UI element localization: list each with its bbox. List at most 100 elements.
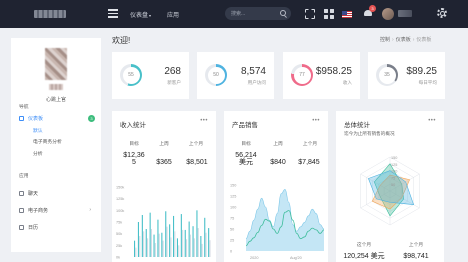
user-menu[interactable] bbox=[398, 10, 412, 17]
metric-label: 目标 bbox=[241, 142, 251, 147]
stat-value: $89.25 bbox=[406, 66, 437, 77]
sidebar-subitem-ecommerce-analytics[interactable]: 电子商务分析 bbox=[33, 138, 62, 145]
bar bbox=[141, 215, 143, 257]
user-avatar[interactable] bbox=[382, 8, 394, 20]
bar bbox=[173, 215, 175, 257]
search-input[interactable] bbox=[231, 9, 275, 18]
sidebar-item-calendar[interactable]: 日历 bbox=[19, 223, 99, 231]
bar bbox=[149, 212, 151, 257]
radar-tick-label: 50 bbox=[391, 183, 395, 187]
panel-subtitle: 迄今为止所有销售的概况 bbox=[344, 131, 395, 136]
bar bbox=[184, 229, 186, 257]
sidebar-subitem-default[interactable]: 默认 bbox=[33, 127, 43, 134]
metric-label: 上个月 bbox=[188, 142, 204, 147]
y-tick-label: 0 bbox=[230, 250, 232, 254]
sidebar-item-dashboard[interactable]: 仪表板 3 bbox=[19, 114, 99, 122]
nav-dashboard[interactable]: 仪表盘▾ bbox=[130, 10, 151, 19]
cart-icon bbox=[19, 207, 24, 213]
chevron-down-icon: ▾ bbox=[149, 13, 152, 18]
sidebar-section-nav: 导航 bbox=[19, 105, 29, 110]
gear-icon[interactable] bbox=[437, 8, 447, 18]
y-tick-label: 75 bbox=[230, 217, 234, 221]
stat-card-new-customers: 55 268 新客户 bbox=[112, 52, 189, 99]
bar bbox=[150, 229, 152, 257]
more-options-icon[interactable]: ••• bbox=[200, 118, 208, 124]
progress-ring: 35 bbox=[376, 64, 398, 86]
nav-apps[interactable]: 应用 bbox=[167, 10, 179, 19]
flag-icon[interactable] bbox=[342, 11, 352, 18]
breadcrumb-item[interactable]: 仪表板 bbox=[396, 37, 411, 43]
income-bar-chart: 150k 125k 100k 75k 50k 25k 0k bbox=[116, 186, 211, 260]
radar-tick-label: 100 bbox=[391, 170, 397, 174]
brand-logo[interactable] bbox=[34, 10, 66, 18]
sales-area-chart: 150 125 100 75 50 25 0 2020 Aug'20 bbox=[230, 184, 325, 260]
sidebar-item-ecommerce[interactable]: 电子商务 › bbox=[19, 206, 99, 214]
panel-overall-stats: 总体统计 ••• 迄今为止所有销售的概况 150 125 100 75 50 这个月 上… bbox=[336, 111, 444, 262]
stat-caption: 用户访问 bbox=[247, 80, 266, 85]
profile-name[interactable]: 心跳上官 bbox=[11, 96, 101, 103]
bar bbox=[201, 243, 203, 257]
dashboard-badge: 3 bbox=[88, 114, 95, 122]
metric-value: $7,845 bbox=[298, 159, 320, 166]
search-icon[interactable] bbox=[280, 10, 286, 16]
page-title: 欢迎! bbox=[112, 36, 131, 45]
stat-caption: 收入 bbox=[342, 80, 352, 85]
progress-ring: 77 bbox=[291, 64, 313, 86]
metric-value: $840 bbox=[270, 159, 286, 166]
bar bbox=[134, 240, 136, 257]
profile-avatar[interactable] bbox=[45, 48, 67, 80]
bar bbox=[137, 222, 139, 257]
stat-value: 268 bbox=[164, 66, 181, 77]
bar bbox=[193, 238, 195, 257]
fullscreen-icon[interactable] bbox=[305, 9, 315, 19]
y-tick-label: 25k bbox=[116, 244, 122, 248]
bar bbox=[161, 232, 163, 257]
bar bbox=[169, 224, 171, 257]
bell-icon[interactable]: 3 bbox=[364, 5, 376, 18]
profile-subtitle bbox=[49, 84, 63, 90]
bar bbox=[166, 226, 168, 257]
bar bbox=[135, 247, 137, 257]
breadcrumb-item[interactable]: 控制 bbox=[380, 37, 390, 43]
calendar-icon bbox=[19, 224, 24, 230]
progress-ring: 50 bbox=[205, 64, 227, 86]
bar bbox=[180, 214, 182, 257]
metric-value: $12,36 5 bbox=[123, 152, 145, 166]
metric-value: $365 bbox=[156, 159, 172, 166]
bar bbox=[162, 240, 164, 257]
metric-label: 上周 bbox=[273, 142, 283, 147]
x-tick-label: 2020 bbox=[250, 256, 258, 260]
bar bbox=[158, 233, 160, 257]
bar bbox=[178, 245, 180, 257]
y-tick-label: 125 bbox=[230, 195, 236, 199]
sidebar: 心跳上官 导航 仪表板 3 默认 电子商务分析 分析 应用 聊天 电子商务 › … bbox=[11, 38, 101, 252]
bar bbox=[147, 238, 149, 257]
bar bbox=[174, 231, 176, 257]
bar bbox=[165, 211, 167, 257]
more-options-icon[interactable]: ••• bbox=[312, 118, 320, 124]
chevron-right-icon: › bbox=[89, 207, 91, 213]
bar bbox=[154, 243, 156, 257]
metric-label: 上周 bbox=[159, 142, 169, 147]
overall-radar-chart: 150 125 100 75 50 bbox=[360, 156, 420, 226]
menu-icon[interactable] bbox=[108, 9, 118, 18]
panel-title: 总体统计 bbox=[344, 122, 370, 129]
y-tick-label: 100k bbox=[116, 209, 124, 213]
chat-icon bbox=[19, 190, 24, 196]
stat-card-visits: 50 8,574 用户访问 bbox=[197, 52, 274, 99]
sidebar-subitem-analytics[interactable]: 分析 bbox=[33, 150, 43, 157]
metric-value: $8,501 bbox=[186, 159, 208, 166]
more-options-icon[interactable]: ••• bbox=[428, 118, 436, 124]
y-tick-label: 125k bbox=[116, 197, 124, 201]
bar bbox=[186, 239, 188, 257]
notification-badge: 3 bbox=[369, 5, 376, 12]
bar bbox=[209, 240, 211, 257]
apps-grid-icon[interactable] bbox=[324, 9, 334, 19]
bar bbox=[153, 234, 155, 257]
metric-label: 上个月 bbox=[302, 142, 318, 147]
bar bbox=[196, 210, 198, 257]
sidebar-item-chat[interactable]: 聊天 bbox=[19, 189, 99, 197]
search-box[interactable] bbox=[225, 7, 291, 20]
y-tick-label: 50k bbox=[116, 232, 122, 236]
stat-caption: 新客户 bbox=[167, 80, 181, 85]
